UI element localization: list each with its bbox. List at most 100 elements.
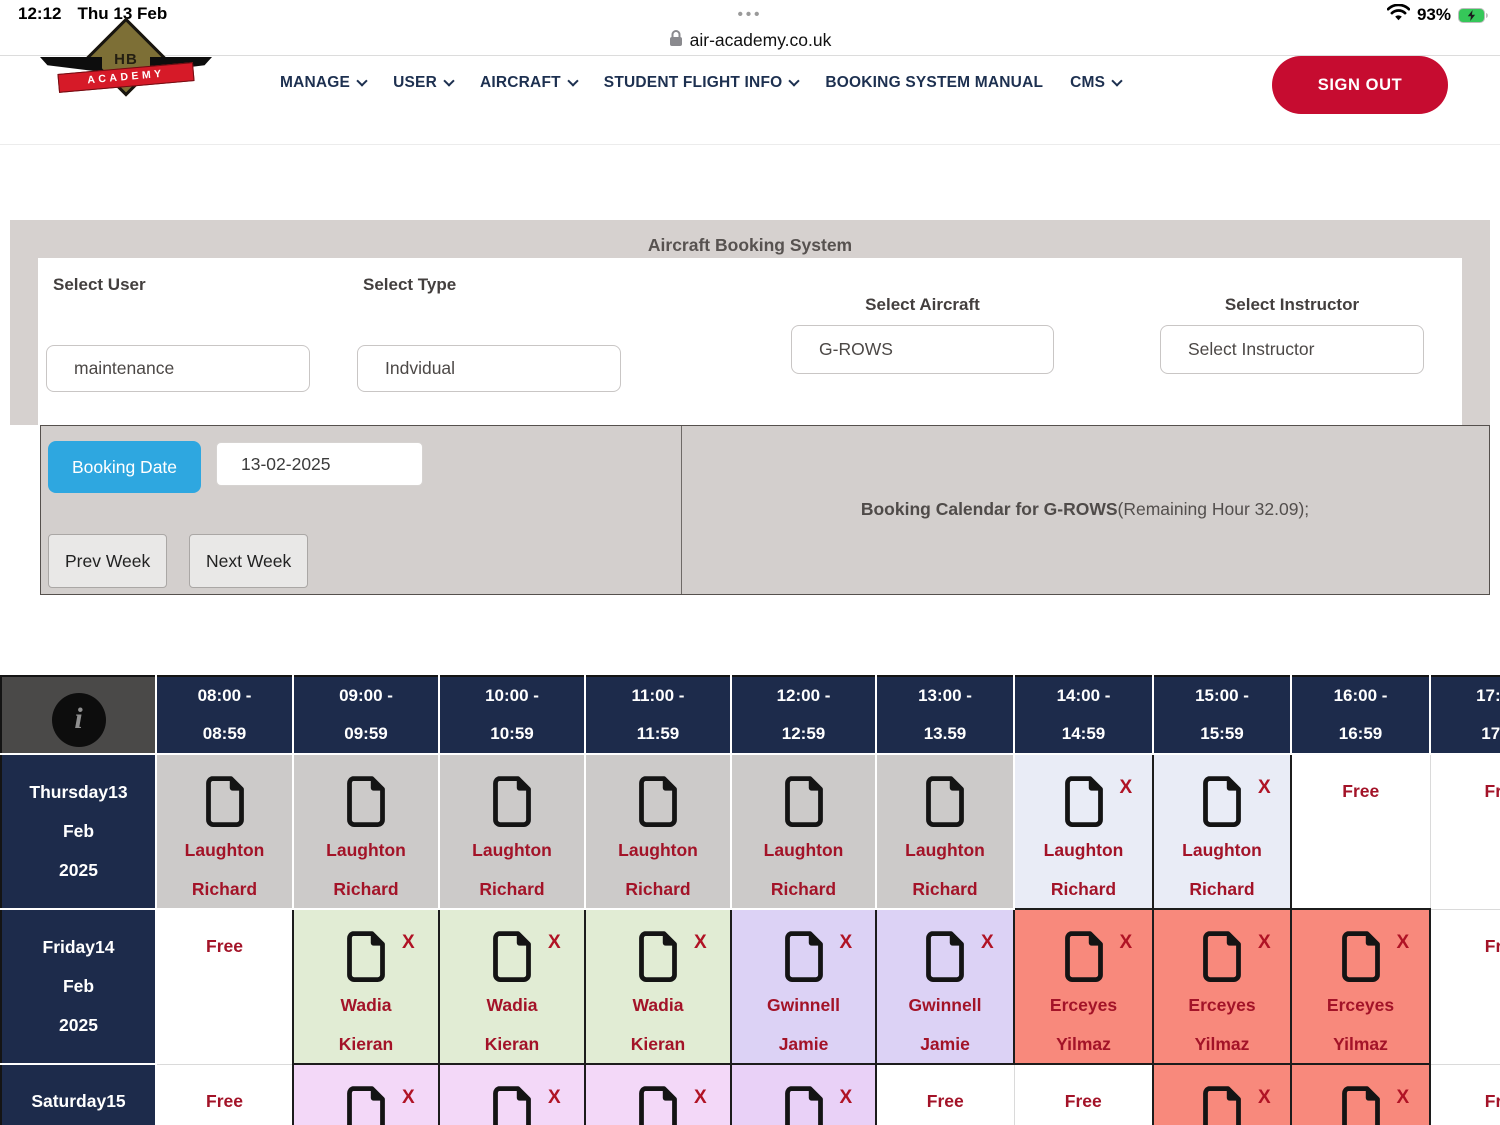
document-icon[interactable]	[782, 930, 826, 983]
cancel-booking-button[interactable]: X	[402, 1087, 415, 1109]
document-icon[interactable]	[923, 775, 967, 828]
document-icon[interactable]	[1339, 930, 1383, 983]
document-icon[interactable]	[344, 930, 388, 983]
cancel-booking-button[interactable]: X	[1258, 932, 1271, 954]
booking-name-line: Jamie	[877, 1025, 1013, 1064]
document-icon[interactable]	[782, 1085, 826, 1125]
cancel-booking-button[interactable]: X	[1120, 932, 1133, 954]
document-icon[interactable]	[203, 775, 247, 828]
booked-cell[interactable]: XLaughtonRichard	[1153, 754, 1291, 909]
document-icon[interactable]	[782, 775, 826, 828]
booking-name-line: Yilmaz	[1154, 1025, 1290, 1064]
booking-name-line: Yilmaz	[1292, 1025, 1429, 1064]
booked-cell[interactable]: XLaughtonRichard	[1014, 754, 1153, 909]
booked-cell[interactable]: XErceyesYilmaz	[1291, 909, 1430, 1064]
free-cell[interactable]: Free	[156, 909, 293, 1064]
booked-cell[interactable]: X	[439, 1064, 585, 1125]
booked-cell[interactable]: XWadiaKieran	[585, 909, 731, 1064]
sign-out-button[interactable]: SIGN OUT	[1272, 56, 1448, 114]
document-icon[interactable]	[490, 775, 534, 828]
document-icon[interactable]	[636, 1085, 680, 1125]
booked-cell[interactable]: XWadiaKieran	[293, 909, 439, 1064]
document-icon[interactable]	[1200, 930, 1244, 983]
free-cell[interactable]: Free	[1430, 909, 1500, 1064]
booked-cell[interactable]: XErceyesYilmaz	[1153, 909, 1291, 1064]
cancel-booking-button[interactable]: X	[840, 932, 853, 954]
booking-name-line: Richard	[586, 870, 730, 909]
free-cell[interactable]: Free	[876, 1064, 1014, 1125]
document-icon[interactable]	[1200, 775, 1244, 828]
document-icon[interactable]	[1339, 1085, 1383, 1125]
cancel-booking-button[interactable]: X	[1258, 777, 1271, 799]
cancel-booking-button[interactable]: X	[1120, 777, 1133, 799]
booked-cell[interactable]: XWadiaKieran	[439, 909, 585, 1064]
free-cell[interactable]: Free	[1014, 1064, 1153, 1125]
select-user-input[interactable]: maintenance	[46, 345, 310, 392]
free-cell[interactable]: Free	[156, 1064, 293, 1125]
booked-cell[interactable]: XGwinnellJamie	[731, 909, 876, 1064]
url-bar[interactable]: air-academy.co.uk	[0, 26, 1500, 56]
free-cell[interactable]: Free	[1291, 754, 1430, 909]
chevron-down-icon	[1112, 75, 1123, 86]
select-aircraft-input[interactable]: G-ROWS	[791, 325, 1054, 374]
booked-cell[interactable]: XGwinnellJamie	[876, 909, 1014, 1064]
booking-date-button[interactable]: Booking Date	[48, 441, 201, 493]
document-icon[interactable]	[1062, 775, 1106, 828]
wifi-icon	[1387, 4, 1410, 26]
cancel-booking-button[interactable]: X	[548, 932, 561, 954]
booking-name-line: Erceyes	[1015, 986, 1152, 1025]
prev-week-button[interactable]: Prev Week	[48, 534, 167, 588]
time-header-12-00: 12:00 -12:59	[731, 676, 876, 754]
free-cell[interactable]: Free	[1430, 754, 1500, 909]
booked-cell[interactable]: X	[585, 1064, 731, 1125]
booked-cell[interactable]: LaughtonRichard	[293, 754, 439, 909]
document-icon[interactable]	[636, 775, 680, 828]
academy-logo[interactable]: HB ACADEMY	[40, 55, 212, 117]
document-icon[interactable]	[490, 1085, 534, 1125]
booked-cell[interactable]: LaughtonRichard	[156, 754, 293, 909]
nav-item-user[interactable]: USER	[393, 74, 453, 92]
booked-cell[interactable]: X	[293, 1064, 439, 1125]
select-type-input[interactable]: Indvidual	[357, 345, 621, 392]
cancel-booking-button[interactable]: X	[1258, 1087, 1271, 1109]
nav-item-cms[interactable]: CMS	[1070, 74, 1121, 92]
booked-cell[interactable]: X	[1153, 1064, 1291, 1125]
cancel-booking-button[interactable]: X	[694, 932, 707, 954]
booking-date-input[interactable]	[216, 442, 423, 486]
booked-cell[interactable]: X	[731, 1064, 876, 1125]
document-icon[interactable]	[636, 930, 680, 983]
document-icon[interactable]	[490, 930, 534, 983]
cancel-booking-button[interactable]: X	[694, 1087, 707, 1109]
nav-item-aircraft[interactable]: AIRCRAFT	[480, 74, 577, 92]
nav-item-booking-system-manual[interactable]: BOOKING SYSTEM MANUAL	[825, 74, 1043, 92]
free-cell[interactable]: Free	[1430, 1064, 1500, 1125]
select-instructor-input[interactable]: Select Instructor	[1160, 325, 1424, 374]
document-icon[interactable]	[344, 775, 388, 828]
next-week-button[interactable]: Next Week	[189, 534, 308, 588]
cancel-booking-button[interactable]: X	[981, 932, 994, 954]
booked-cell[interactable]: LaughtonRichard	[439, 754, 585, 909]
info-icon[interactable]: i	[52, 693, 106, 747]
document-icon[interactable]	[344, 1085, 388, 1125]
booked-cell[interactable]: XErceyesYilmaz	[1014, 909, 1153, 1064]
booked-cell[interactable]: LaughtonRichard	[731, 754, 876, 909]
cancel-booking-button[interactable]: X	[1397, 1087, 1410, 1109]
document-icon[interactable]	[1200, 1085, 1244, 1125]
cancel-booking-button[interactable]: X	[1397, 932, 1410, 954]
nav-item-label: BOOKING SYSTEM MANUAL	[825, 74, 1043, 92]
time-header-line: 10:59	[440, 715, 584, 753]
cancel-booking-button[interactable]: X	[840, 1087, 853, 1109]
booking-icon-row: X	[294, 1085, 438, 1125]
document-icon[interactable]	[923, 930, 967, 983]
document-icon[interactable]	[1062, 930, 1106, 983]
booked-cell[interactable]: LaughtonRichard	[585, 754, 731, 909]
booked-cell[interactable]: X	[1291, 1064, 1430, 1125]
booked-cell[interactable]: LaughtonRichard	[876, 754, 1014, 909]
nav-item-student-flight-info[interactable]: STUDENT FLIGHT INFO	[604, 74, 799, 92]
tab-ellipsis[interactable]: •••	[0, 6, 1500, 23]
time-header-line: 11:59	[586, 715, 730, 753]
cancel-booking-button[interactable]: X	[548, 1087, 561, 1109]
cancel-booking-button[interactable]: X	[402, 932, 415, 954]
chevron-down-icon	[356, 75, 367, 86]
nav-item-manage[interactable]: MANAGE	[280, 74, 366, 92]
